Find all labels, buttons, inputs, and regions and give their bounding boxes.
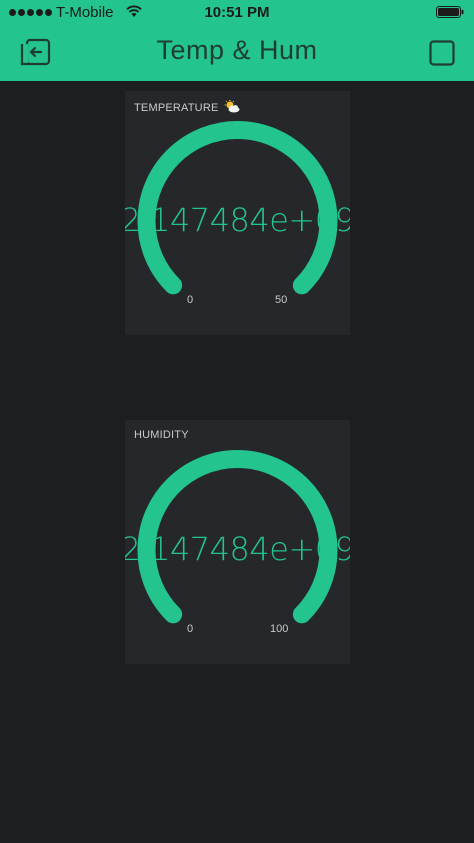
app-screen: T-Mobile 10:51 PM Temp & Hum 2.147484e+0… [0, 0, 474, 843]
temperature-value: 2.147484e+09 [125, 201, 350, 239]
title-bar: Temp & Hum [0, 26, 474, 81]
app-header: T-Mobile 10:51 PM Temp & Hum [0, 0, 474, 81]
temperature-label-text: TEMPERATURE [134, 102, 219, 114]
page-title: Temp & Hum [156, 35, 318, 65]
humidity-label: HUMIDITY [134, 429, 189, 441]
temperature-value-clip: 2.147484e+09 [125, 91, 350, 335]
temperature-min: 0 [187, 294, 194, 306]
temperature-max: 50 [275, 294, 288, 306]
humidity-value-clip: 2.147484e+09 [125, 420, 350, 664]
humidity-min: 0 [187, 623, 194, 635]
temperature-label: TEMPERATURE [134, 100, 240, 114]
temperature-gauge-widget[interactable]: 2.147484e+09 TEMPERATURE 0 50 [125, 91, 350, 335]
humidity-value: 2.147484e+09 [125, 530, 350, 568]
battery-icon [436, 6, 464, 18]
status-time: 10:51 PM [204, 4, 270, 21]
stop-button[interactable] [429, 40, 455, 66]
humidity-gauge-widget[interactable]: 2.147484e+09 HUMIDITY 0 100 [125, 420, 350, 664]
humidity-max: 100 [270, 623, 289, 635]
sun-behind-cloud-icon [224, 100, 240, 113]
status-bar: T-Mobile 10:51 PM [0, 0, 474, 26]
